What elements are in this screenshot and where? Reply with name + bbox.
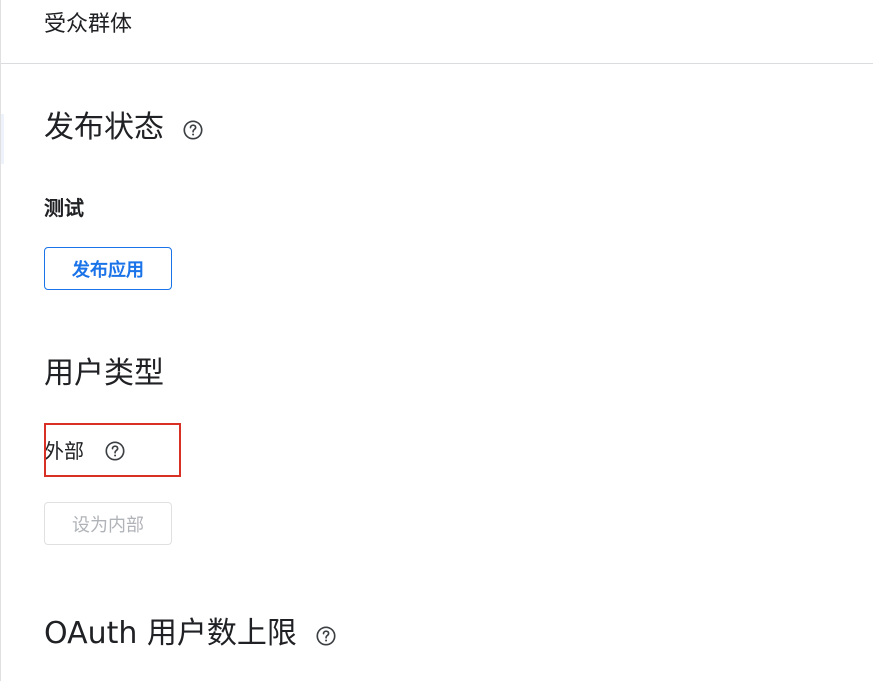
publishing-status-value: 测试	[44, 196, 84, 220]
user-type-title: 用户类型	[44, 356, 164, 391]
help-circle-icon[interactable]	[315, 625, 337, 647]
publishing-status-heading: 发布状态	[44, 108, 204, 148]
page-header: 受众群体	[1, 0, 873, 64]
publish-app-button[interactable]: 发布应用	[44, 247, 172, 290]
user-type-heading: 用户类型	[44, 354, 164, 394]
audience-page: 受众群体 发布状态 测试 发布应用 用户类型 外部 设为内部 OAuth 用户数…	[0, 0, 873, 681]
oauth-user-cap-title: OAuth 用户数上限	[44, 616, 297, 651]
publishing-status-title: 发布状态	[44, 110, 164, 145]
user-type-value-row: 外部	[44, 437, 126, 465]
nav-selection-edge	[1, 114, 4, 164]
help-circle-icon[interactable]	[104, 440, 126, 462]
user-type-value: 外部	[44, 439, 84, 463]
oauth-user-cap-heading: OAuth 用户数上限	[44, 614, 337, 654]
page-title: 受众群体	[44, 12, 133, 37]
make-internal-button[interactable]: 设为内部	[44, 502, 172, 545]
help-circle-icon[interactable]	[182, 119, 204, 141]
